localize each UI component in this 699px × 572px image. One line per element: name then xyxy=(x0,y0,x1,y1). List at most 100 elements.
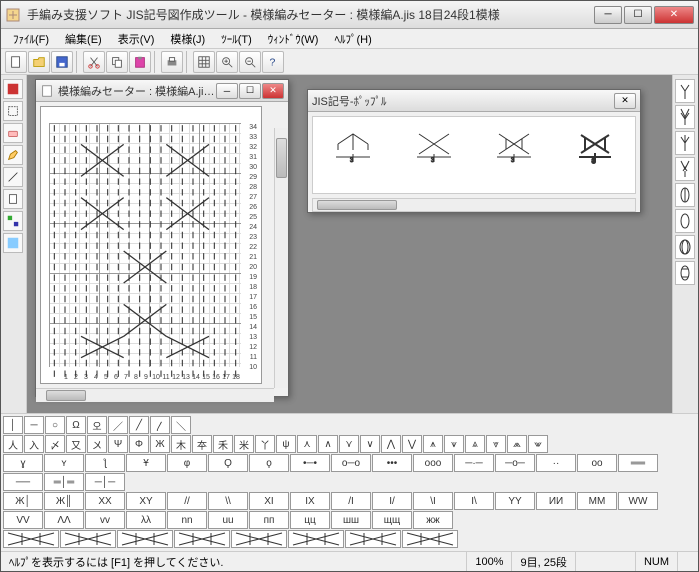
menu-window[interactable]: ｳｨﾝﾄﾞｳ(W) xyxy=(260,29,327,49)
pattern-titlebar[interactable]: 模様編みセーター : 模様編A.jis 18目... ─ ☐ ✕ xyxy=(36,80,288,102)
palette-symbol[interactable]: ∨ xyxy=(360,435,380,453)
symbol-3[interactable]: 3 xyxy=(494,129,534,168)
palette-symbol[interactable]: ╱ xyxy=(129,416,149,434)
palette-symbol[interactable]: XI xyxy=(249,492,289,510)
palette-symbol[interactable] xyxy=(3,530,59,548)
palette-symbol[interactable]: •─• xyxy=(290,454,330,472)
palette-symbol[interactable]: λλ xyxy=(126,511,166,529)
palette-symbol[interactable]: ⩔ xyxy=(486,435,506,453)
menu-view[interactable]: 表示(V) xyxy=(110,29,163,49)
menu-file[interactable]: ﾌｧｲﾙ(F) xyxy=(5,29,57,49)
palette-symbol[interactable]: ═│═ xyxy=(44,473,84,491)
maximize-button[interactable]: ☐ xyxy=(624,6,652,24)
palette-symbol[interactable]: ／ xyxy=(108,416,128,434)
palette-symbol[interactable]: 〆 xyxy=(45,435,65,453)
palette-symbol[interactable]: шш xyxy=(331,511,371,529)
tool-eraser[interactable] xyxy=(3,123,23,143)
palette-symbol[interactable]: ⋏ xyxy=(297,435,317,453)
vertical-scrollbar[interactable] xyxy=(274,128,288,388)
palette-symbol[interactable]: ИИ xyxy=(536,492,576,510)
palette-symbol[interactable]: ψ xyxy=(276,435,296,453)
palette-symbol[interactable]: Ж│ xyxy=(3,492,43,510)
symbol-4[interactable]: 3 xyxy=(575,129,615,168)
palette-symbol[interactable]: Ψ xyxy=(108,435,128,453)
tool-color[interactable] xyxy=(3,79,23,99)
zoom-out-button[interactable] xyxy=(239,51,261,73)
rtool-3[interactable] xyxy=(675,131,695,155)
palette-symbol[interactable]: ∧ xyxy=(318,435,338,453)
palette-symbol[interactable]: жж xyxy=(413,511,453,529)
palette-symbol[interactable]: 오 xyxy=(87,416,107,434)
palette-symbol[interactable]: // xyxy=(167,492,207,510)
palette-symbol[interactable]: IX xyxy=(290,492,330,510)
palette-symbol[interactable]: ⩖ xyxy=(528,435,548,453)
rtool-2[interactable] xyxy=(675,105,695,129)
rtool-6[interactable] xyxy=(675,209,695,233)
palette-symbol[interactable]: ─·─ xyxy=(454,454,494,472)
palette-symbol[interactable]: 又 xyxy=(66,435,86,453)
palette-symbol[interactable]: o─o xyxy=(331,454,371,472)
menu-tools[interactable]: ﾂｰﾙ(T) xyxy=(213,29,260,49)
palette-symbol[interactable]: 米 xyxy=(234,435,254,453)
pattern-maximize[interactable]: ☐ xyxy=(239,83,261,99)
palette-symbol[interactable]: uu xyxy=(208,511,248,529)
palette-symbol[interactable]: ⋁ xyxy=(402,435,422,453)
palette-symbol[interactable]: I\ xyxy=(454,492,494,510)
palette-symbol[interactable]: Ϙ xyxy=(208,454,248,472)
palette-symbol[interactable]: 木 xyxy=(171,435,191,453)
paste-button[interactable] xyxy=(129,51,151,73)
scrollbar-thumb[interactable] xyxy=(317,200,397,210)
palette-symbol[interactable]: пп xyxy=(249,511,289,529)
tool-page[interactable] xyxy=(3,189,23,209)
horizontal-scrollbar[interactable] xyxy=(36,388,274,402)
palette-symbol[interactable] xyxy=(117,530,173,548)
palette-symbol[interactable]: │ xyxy=(3,416,23,434)
palette-symbol[interactable] xyxy=(174,530,230,548)
palette-symbol[interactable]: ─ xyxy=(24,416,44,434)
palette-symbol[interactable]: 〳 xyxy=(150,416,170,434)
rtool-8[interactable] xyxy=(675,261,695,285)
help-button[interactable]: ? xyxy=(262,51,284,73)
palette-symbol[interactable]: 入 xyxy=(24,435,44,453)
palette-symbol[interactable]: щщ xyxy=(372,511,412,529)
palette-symbol[interactable] xyxy=(60,530,116,548)
symbol-1[interactable]: 3 xyxy=(333,129,373,168)
palette-symbol[interactable]: 〤 xyxy=(87,435,107,453)
palette-symbol[interactable]: 夲 xyxy=(192,435,212,453)
copy-button[interactable] xyxy=(106,51,128,73)
palette-symbol[interactable]: Ж║ xyxy=(44,492,84,510)
close-button[interactable]: ✕ xyxy=(654,6,694,24)
scrollbar-thumb[interactable] xyxy=(276,138,287,178)
palette-symbol[interactable]: VV xyxy=(3,511,43,529)
palette-symbol[interactable]: I/ xyxy=(372,492,412,510)
open-button[interactable] xyxy=(28,51,50,73)
tool-fill[interactable] xyxy=(3,233,23,253)
palette-symbol[interactable]: Ж xyxy=(150,435,170,453)
palette-symbol[interactable]: MM xyxy=(577,492,617,510)
symbol-close[interactable]: ✕ xyxy=(614,93,636,109)
palette-symbol[interactable]: vv xyxy=(85,511,125,529)
palette-symbol[interactable]: ○ xyxy=(45,416,65,434)
palette-symbol[interactable]: XX xyxy=(85,492,125,510)
tool-line[interactable] xyxy=(3,167,23,187)
palette-symbol[interactable]: ⋎ xyxy=(339,435,359,453)
palette-symbol[interactable]: ─o─ xyxy=(495,454,535,472)
palette-symbol[interactable]: ══ xyxy=(618,454,658,472)
tool-swap[interactable] xyxy=(3,211,23,231)
palette-symbol[interactable]: ϙ xyxy=(249,454,289,472)
grid-button[interactable] xyxy=(193,51,215,73)
palette-symbol[interactable]: /I xyxy=(331,492,371,510)
palette-symbol[interactable]: ⩓ xyxy=(465,435,485,453)
palette-symbol[interactable]: nn xyxy=(167,511,207,529)
zoom-in-button[interactable] xyxy=(216,51,238,73)
palette-symbol[interactable] xyxy=(345,530,401,548)
palette-symbol[interactable]: ── xyxy=(3,473,43,491)
palette-symbol[interactable]: Ω xyxy=(66,416,86,434)
cut-button[interactable] xyxy=(83,51,105,73)
palette-symbol[interactable]: ·· xyxy=(536,454,576,472)
palette-symbol[interactable]: ⩛ xyxy=(444,435,464,453)
rtool-4[interactable] xyxy=(675,157,695,181)
symbol-scrollbar[interactable] xyxy=(312,198,636,212)
palette-symbol[interactable]: 禾 xyxy=(213,435,233,453)
palette-symbol[interactable]: ɣ xyxy=(3,454,43,472)
